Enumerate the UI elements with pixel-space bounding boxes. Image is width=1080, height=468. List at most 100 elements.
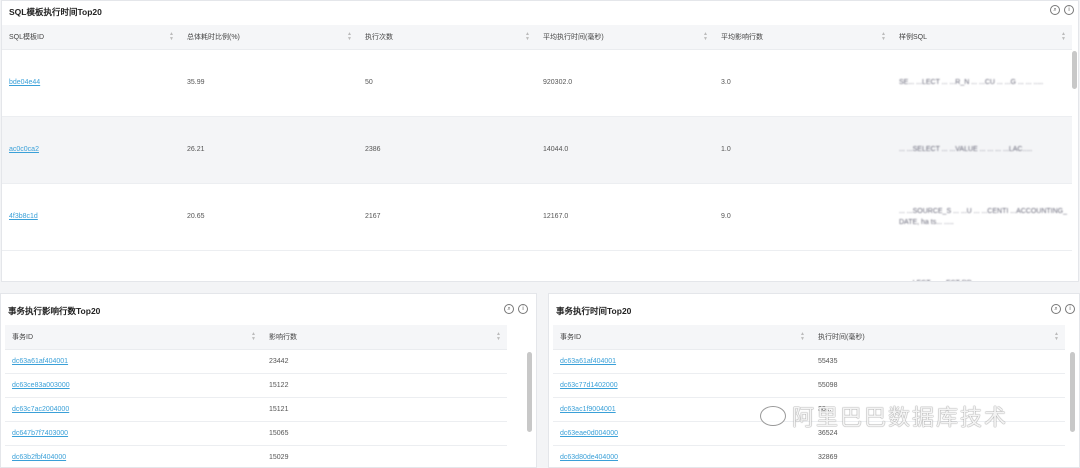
zoom-icon[interactable]: ⌕ — [1050, 5, 1060, 15]
scrollbar[interactable] — [1070, 352, 1075, 432]
watermark: 阿里巴巴数据库技术 — [760, 400, 1008, 432]
table-row: ... ...LECT ... ...ECT RP — [2, 250, 1072, 281]
column-header-label: 执行时间(毫秒) — [818, 333, 865, 341]
column-header[interactable]: SQL模板ID ▲ ▼ — [2, 25, 180, 50]
sql-template-id-link[interactable]: ac0c0ca2 — [9, 146, 39, 153]
table-row: dc63d80de404000 32869 — [553, 445, 1065, 467]
sort-icon[interactable]: ▲ ▼ — [496, 332, 501, 342]
sort-icon[interactable]: ▲ ▼ — [1061, 32, 1066, 42]
wechat-icon — [760, 406, 786, 426]
sql-template-panel: SQL模板执行时间Top20 ⌕ i SQL模板ID ▲ ▼ 总体耗时比例(%) ▲ ▼ 执… — [1, 0, 1079, 282]
column-header-label: 平均执行时间(毫秒) — [543, 33, 604, 41]
cell-count: 50 — [358, 49, 536, 117]
value-cell: 23442 — [262, 349, 507, 374]
sort-icon[interactable]: ▲ ▼ — [881, 32, 886, 42]
scrollbar[interactable] — [1072, 51, 1077, 89]
table-row: dc63b2fbf404000 15029 — [5, 445, 507, 467]
cell-avg_rows: 3.0 — [714, 49, 892, 117]
trx-rows-table: 事务ID ▲ ▼ 影响行数 ▲ ▼ dc63a61af404001 23442 dc63ce83… — [5, 325, 507, 467]
sort-icon[interactable]: ▲ ▼ — [525, 32, 530, 42]
sort-icon[interactable]: ▲ ▼ — [1054, 332, 1059, 342]
cell-avg_rows — [714, 250, 892, 281]
sample-sql: ... ...LECT ... ...ECT RP — [899, 278, 1069, 281]
column-header-label: 影响行数 — [269, 333, 297, 341]
column-header-label: 事务ID — [560, 333, 581, 341]
info-icon[interactable]: i — [518, 304, 528, 314]
panel-title: 事务执行时间Top20 — [556, 306, 632, 316]
transaction-id-link[interactable]: dc647b7f7403000 — [12, 430, 68, 437]
table-row: ac0c0ca2 26.21 2386 14044.0 1.0 ... ...SELECT… — [2, 116, 1072, 184]
scrollbar[interactable] — [527, 352, 532, 432]
column-header[interactable]: 总体耗时比例(%) ▲ ▼ — [180, 25, 358, 50]
cell-avg_rows: 1.0 — [714, 116, 892, 184]
transaction-id-link[interactable]: dc63c77d1402000 — [560, 382, 618, 389]
value-cell: 15122 — [262, 373, 507, 398]
cell-pct: 35.99 — [180, 49, 358, 117]
panel-title: SQL模板执行时间Top20 — [9, 7, 102, 17]
trx-rows-panel: 事务执行影响行数Top20 ⌕ i 事务ID ▲ ▼ 影响行数 ▲ ▼ dc63a61af4… — [0, 293, 537, 468]
transaction-id-link[interactable]: dc63d80de404000 — [560, 454, 618, 461]
transaction-id-link[interactable]: dc63b2fbf404000 — [12, 454, 66, 461]
value-cell: 55098 — [811, 373, 1065, 398]
column-header-label: 平均影响行数 — [721, 33, 763, 41]
sample-sql: ... ...SOURCE_S ... ...U ... ...CENTI ..… — [899, 207, 1068, 226]
cell-count — [358, 250, 536, 281]
info-icon[interactable]: i — [1064, 5, 1074, 15]
sql-template-table: SQL模板ID ▲ ▼ 总体耗时比例(%) ▲ ▼ 执行次数 ▲ ▼ 平均执行时间(毫秒) ▲ ▼ 平均… — [2, 25, 1072, 281]
transaction-id-link[interactable]: dc63eae0d004000 — [560, 430, 618, 437]
table-row: dc63c7ac2004000 15121 — [5, 397, 507, 422]
sort-icon[interactable]: ▲ ▼ — [703, 32, 708, 42]
column-header[interactable]: 影响行数 ▲ ▼ — [262, 325, 507, 350]
sort-icon[interactable]: ▲ ▼ — [347, 32, 352, 42]
column-header-label: 样例SQL — [899, 33, 928, 41]
value-cell: 15121 — [262, 397, 507, 422]
cell-count: 2167 — [358, 183, 536, 251]
trx-time-panel: 事务执行时间Top20 ⌕ i 事务ID ▲ ▼ 执行时间(毫秒) ▲ ▼ dc63a61a… — [548, 293, 1080, 468]
table-row: 4f3b8c1d 20.65 2167 12167.0 9.0 ... ...SOURCE… — [2, 183, 1072, 251]
trx-time-table: 事务ID ▲ ▼ 执行时间(毫秒) ▲ ▼ dc63a61af404001 55435 dc63… — [553, 325, 1065, 467]
value-cell: 15029 — [262, 445, 507, 467]
cell-avg_time: 12167.0 — [536, 183, 714, 251]
panel-title: 事务执行影响行数Top20 — [8, 306, 101, 316]
transaction-id-link[interactable]: dc63a61af404001 — [12, 358, 68, 365]
sql-template-id-link[interactable]: 4f3b8c1d — [9, 213, 38, 220]
cell-avg_time: 14044.0 — [536, 116, 714, 184]
column-header-label: 事务ID — [12, 333, 33, 341]
table-row: dc647b7f7403000 15065 — [5, 421, 507, 446]
sort-icon[interactable]: ▲ ▼ — [800, 332, 805, 342]
sort-icon[interactable]: ▲ ▼ — [251, 332, 256, 342]
column-header[interactable]: 执行时间(毫秒) ▲ ▼ — [811, 325, 1065, 350]
sql-template-id-link[interactable]: bde04e44 — [9, 79, 40, 86]
column-header[interactable]: 执行次数 ▲ ▼ — [358, 25, 536, 50]
info-icon[interactable]: i — [1065, 304, 1075, 314]
column-header-label: 总体耗时比例(%) — [187, 33, 240, 41]
cell-pct — [180, 250, 358, 281]
column-header-label: 执行次数 — [365, 33, 393, 41]
transaction-id-link[interactable]: dc63ce83a003000 — [12, 382, 70, 389]
cell-avg_time: 920302.0 — [536, 49, 714, 117]
column-header[interactable]: 平均执行时间(毫秒) ▲ ▼ — [536, 25, 714, 50]
cell-pct: 20.65 — [180, 183, 358, 251]
sample-sql: ... ...SELECT ... ...VALUE ... ... ... .… — [899, 146, 1033, 153]
value-cell: 55435 — [811, 349, 1065, 374]
column-header[interactable]: 样例SQL ▲ ▼ — [892, 25, 1072, 50]
column-header[interactable]: 平均影响行数 ▲ ▼ — [714, 25, 892, 50]
transaction-id-link[interactable]: dc63ac1f9004001 — [560, 406, 616, 413]
value-cell: 15065 — [262, 421, 507, 446]
sort-icon[interactable]: ▲ ▼ — [169, 32, 174, 42]
column-header-label: SQL模板ID — [9, 33, 45, 41]
table-row: dc63a61af404001 23442 — [5, 349, 507, 374]
value-cell: 32869 — [811, 445, 1065, 467]
table-row: dc63c77d1402000 55098 — [553, 373, 1065, 398]
table-row: dc63a61af404001 55435 — [553, 349, 1065, 374]
transaction-id-link[interactable]: dc63c7ac2004000 — [12, 406, 69, 413]
zoom-icon[interactable]: ⌕ — [504, 304, 514, 314]
table-row: dc63ce83a003000 15122 — [5, 373, 507, 398]
transaction-id-link[interactable]: dc63a61af404001 — [560, 358, 616, 365]
column-header[interactable]: 事务ID ▲ ▼ — [553, 325, 811, 350]
cell-count: 2386 — [358, 116, 536, 184]
sample-sql: SE... ...LECT ... ...R_N ... ...CU ... .… — [899, 79, 1044, 86]
zoom-icon[interactable]: ⌕ — [1051, 304, 1061, 314]
column-header[interactable]: 事务ID ▲ ▼ — [5, 325, 262, 350]
cell-pct: 26.21 — [180, 116, 358, 184]
